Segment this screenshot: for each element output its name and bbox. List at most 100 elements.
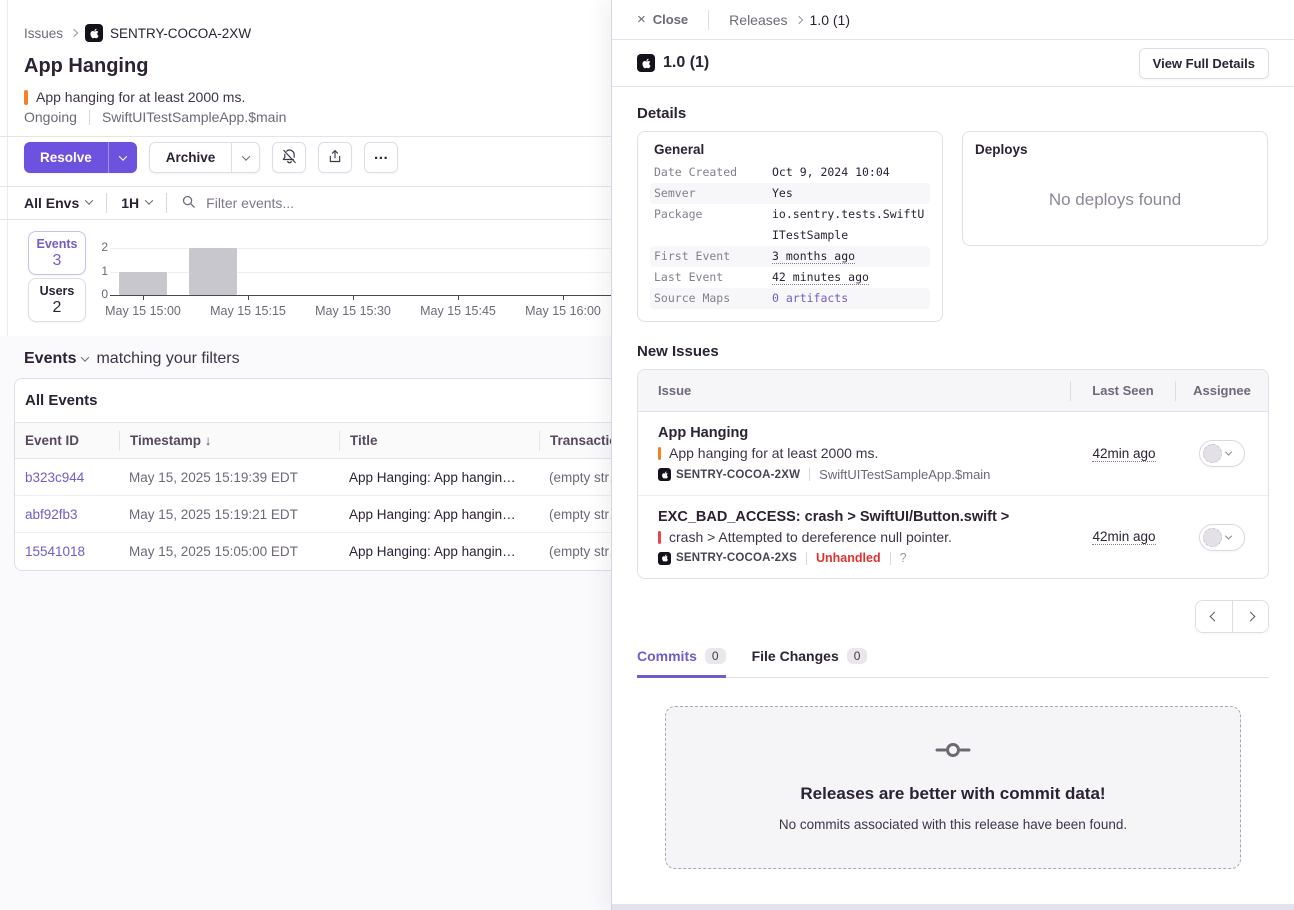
close-label: Close [653,12,688,27]
events-table-header: Event ID Timestamp ↓ Title Transaction [15,423,611,459]
help-icon: ? [900,551,907,565]
horizontal-scrollbar[interactable] [612,904,1294,910]
issue-title: App Hanging [24,55,148,78]
tab-commits[interactable]: Commits 0 [637,648,726,678]
bell-slash-icon [281,148,298,168]
event-title: App Hanging: App hangin… [339,507,539,522]
issue-level-line: App hanging for at least 2000 ms. [24,89,245,105]
archive-dropdown-button[interactable] [231,143,259,172]
breadcrumb-releases-link[interactable]: Releases [729,12,787,28]
share-button[interactable] [318,142,352,173]
all-events-card-title: All Events [15,379,611,423]
issue-annotation-line: SENTRY-COCOA-2XS Unhandled ? [658,551,1072,565]
chevron-down-icon [1225,449,1232,456]
general-key: Semver [654,183,772,204]
release-drawer: × Close Releases 1.0 (1) 1.0 (1) View Fu… [611,0,1294,910]
issue-transaction: SwiftUITestSampleApp.$main [819,467,990,482]
new-issues-table-header: Issue Last Seen Assignee [638,370,1268,412]
chevron-down-icon [1225,532,1232,539]
divider [0,136,611,137]
issue-annotation-line: SENTRY-COCOA-2XW SwiftUITestSampleApp.$m… [658,467,1072,482]
column-transaction[interactable]: Transaction [539,431,611,451]
drawer-body: Details General Date Created Oct 9, 2024… [612,87,1294,869]
events-stat-value: 3 [53,252,62,270]
users-stat-value: 2 [53,299,62,317]
tab-file-changes-label: File Changes [752,648,839,664]
events-dataset-select[interactable]: Events [24,350,88,368]
divider [106,193,107,213]
chevron-left-icon [1209,612,1219,622]
general-key: Date Created [654,162,772,183]
breadcrumb-issues-link[interactable]: Issues [24,26,63,41]
environment-select[interactable]: All Envs [24,195,92,211]
events-dataset-label: Events [24,350,76,368]
column-title[interactable]: Title [339,431,539,451]
tab-commits-label: Commits [637,648,697,664]
column-timestamp[interactable]: Timestamp ↓ [119,431,339,451]
users-stat-card[interactable]: Users 2 [28,278,86,322]
general-value-last-event: 42 minutes ago [772,270,869,285]
users-stat-label: Users [40,284,75,298]
event-id-link[interactable]: b323c944 [25,470,84,485]
issue-status: Ongoing [24,109,77,125]
view-full-details-button[interactable]: View Full Details [1139,48,1269,79]
assignee-dropdown[interactable] [1199,524,1245,551]
apple-platform-icon [85,24,103,42]
event-title: App Hanging: App hangin… [339,470,539,485]
level-indicator-bar [24,90,28,105]
event-table-row: abf92fb3 May 15, 2025 15:19:21 EDT App H… [15,496,611,533]
search-input[interactable] [206,195,506,211]
event-id-link[interactable]: 15541018 [25,544,85,559]
unhandled-tag: Unhandled [816,551,881,565]
column-issue: Issue [638,383,1070,398]
pagination [637,600,1269,633]
mute-button[interactable] [272,142,306,173]
tab-file-changes[interactable]: File Changes 0 [752,648,868,678]
all-events-card: All Events Event ID Timestamp ↓ Title Tr… [14,378,611,571]
resolve-dropdown-button[interactable] [109,142,137,173]
event-transaction: (empty str… [539,470,611,485]
issue-description: crash > Attempted to dereference null po… [669,529,952,545]
release-title-label: 1.0 (1) [663,54,709,72]
close-button[interactable]: × Close [637,12,688,27]
empty-state-title: Releases are better with commit data! [666,784,1240,804]
event-transaction: (empty str… [539,507,611,522]
chevron-down-icon [85,196,93,204]
issue-toolbar: Resolve Archive … [24,142,398,173]
new-issues-heading: New Issues [637,343,1269,360]
breadcrumb-project-label: SENTRY-COCOA-2XW [110,26,251,41]
event-table-row: b323c944 May 15, 2025 15:19:39 EDT App H… [15,459,611,496]
empty-state-subtitle: No commits associated with this release … [666,817,1240,832]
column-event-id[interactable]: Event ID [15,433,119,448]
divider [89,110,90,125]
events-stat-card[interactable]: Events 3 [28,231,86,275]
divider [806,552,807,565]
archive-button[interactable]: Archive [150,143,232,172]
details-heading: Details [637,105,1269,122]
release-title: 1.0 (1) [637,54,709,72]
more-actions-button[interactable]: … [364,142,398,173]
issue-link[interactable]: EXC_BAD_ACCESS: crash > SwiftUI/Button.s… [658,509,1072,525]
previous-page-button[interactable] [1196,601,1232,632]
general-key: Last Event [654,267,772,288]
event-id-link[interactable]: abf92fb3 [25,507,78,522]
apple-platform-icon [658,468,671,481]
general-row: Source Maps 0 artifacts [650,288,930,309]
source-maps-link[interactable]: 0 artifacts [772,291,848,305]
upload-icon [327,148,343,168]
time-range-select[interactable]: 1H [121,195,152,211]
deploys-card: Deploys No deploys found [962,131,1268,246]
next-page-button[interactable] [1232,601,1268,632]
tab-commits-count: 0 [705,648,726,664]
general-value-first-event: 3 months ago [772,249,855,264]
issue-description-line: App hanging for at least 2000 ms. [658,445,1072,461]
issue-project: SENTRY-COCOA-2XW [658,468,800,481]
resolve-button[interactable]: Resolve [24,142,109,173]
assignee-dropdown[interactable] [1199,440,1245,467]
event-transaction: (empty str… [539,544,611,559]
issue-link[interactable]: App Hanging [658,425,1072,441]
events-section: Events matching your filters All Events … [0,336,611,910]
general-key: First Event [654,246,772,267]
general-row: First Event 3 months ago [650,246,930,267]
drawer-header: 1.0 (1) View Full Details [612,40,1294,87]
